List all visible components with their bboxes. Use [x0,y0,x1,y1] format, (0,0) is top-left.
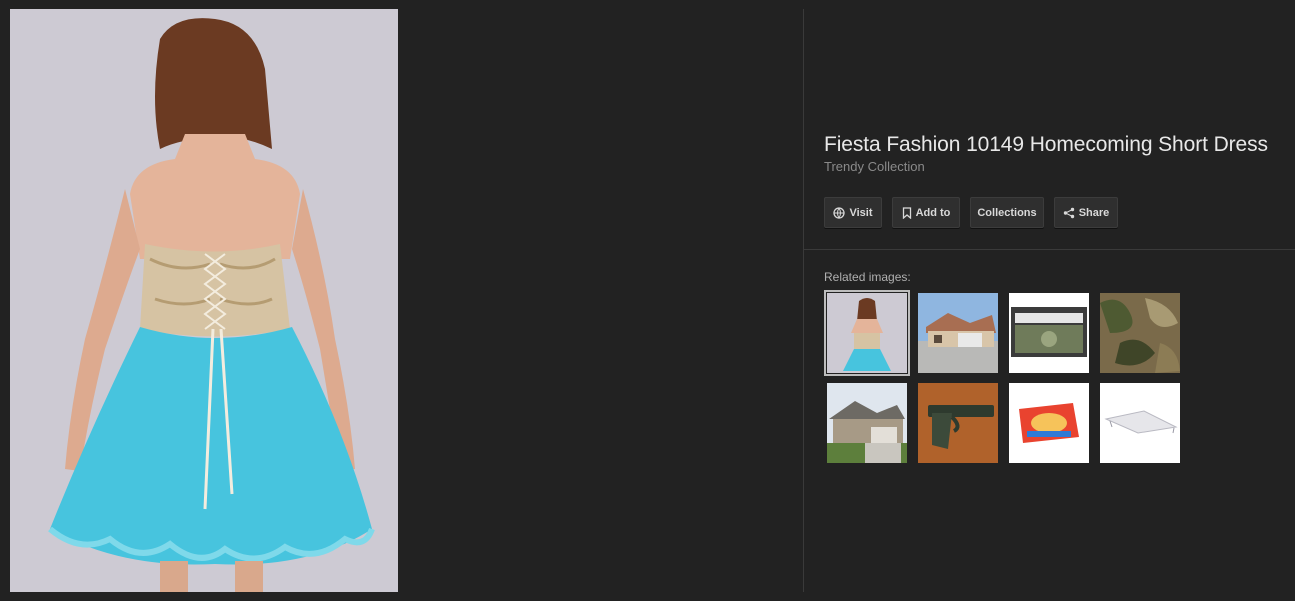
info-panel: Fiesta Fashion 10149 Homecoming Short Dr… [804,0,1295,601]
related-thumbnail-canopy[interactable] [1100,383,1180,463]
related-thumbnail-suburban-house[interactable] [827,383,907,463]
image-source[interactable]: Trendy Collection [824,159,925,174]
pistol-thumbnail-image [918,383,998,463]
add-to-label: Add to [915,206,951,219]
banknote-thumbnail-image [1009,293,1089,373]
dress-thumbnail-image [827,293,907,373]
bookmark-icon [902,206,912,219]
share-icon [1063,207,1075,219]
visit-button[interactable]: Visit [824,197,882,228]
dress-photo [10,9,398,592]
related-thumbnail-fabric-softener[interactable] [1009,383,1089,463]
add-to-button[interactable]: Add to [892,197,960,228]
related-thumbnail-camouflage[interactable] [1100,293,1180,373]
collections-button[interactable]: Collections [970,197,1044,228]
camouflage-thumbnail-image [1100,293,1180,373]
house-thumbnail-image [918,293,998,373]
horizontal-divider [804,249,1295,250]
canopy-thumbnail-image [1100,383,1180,463]
related-thumbnail-dress[interactable] [824,290,910,376]
fabric-softener-thumbnail-image [1009,383,1089,463]
main-image[interactable] [10,9,398,592]
related-thumbnail-banknote[interactable] [1009,293,1089,373]
visit-label: Visit [849,206,873,219]
related-images-label: Related images: [824,270,911,284]
image-viewer [0,0,803,601]
suburban-house-thumbnail-image [827,383,907,463]
share-button[interactable]: Share [1054,197,1118,228]
globe-icon [833,206,846,219]
related-thumbnail-house[interactable] [918,293,998,373]
image-title[interactable]: Fiesta Fashion 10149 Homecoming Short Dr… [824,133,1268,157]
collections-label: Collections [977,206,1037,219]
related-thumbnail-pistol[interactable] [918,383,998,463]
share-label: Share [1078,206,1110,219]
